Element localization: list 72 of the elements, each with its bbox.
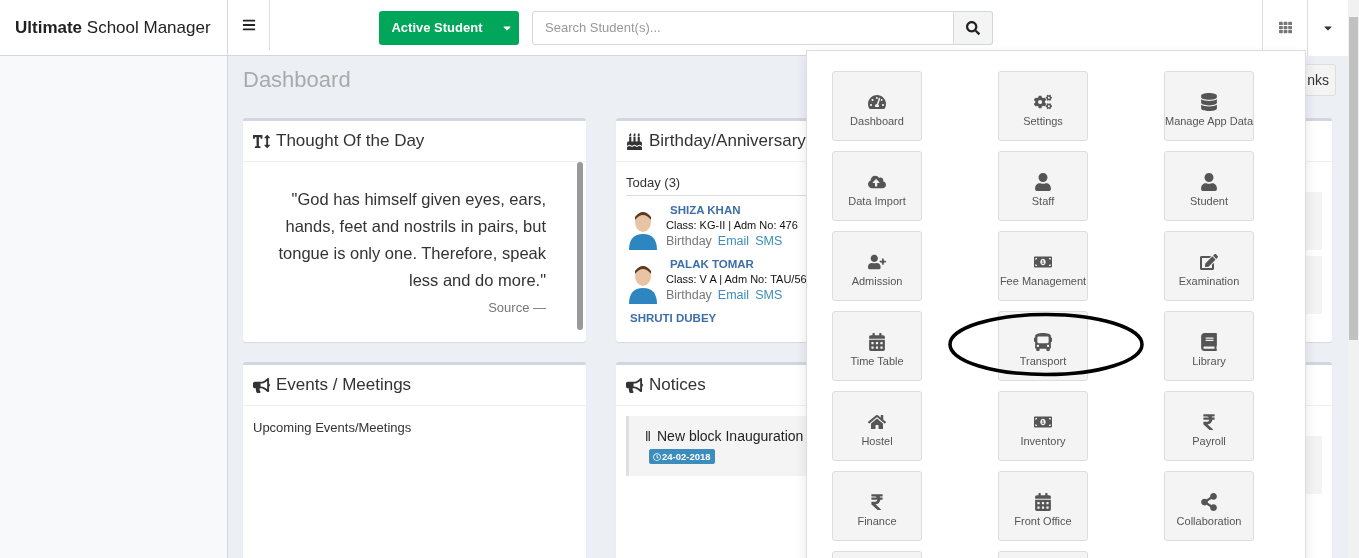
- user-icon: [1034, 173, 1052, 191]
- quote-text: "God has himself given eyes, ears, hands, feet and nostrils in pairs, but tongue is only one. Therefore, speak less and do more.": [277, 189, 546, 291]
- app-tile[interactable]: Manage App Data: [1164, 71, 1254, 141]
- search-field[interactable]: Search Student(s)...: [532, 10, 954, 45]
- gears-icon: [1034, 93, 1052, 111]
- app-tile[interactable]: Settings: [998, 71, 1088, 141]
- student-details: Class: V A | Adm No: TAU/56: [666, 273, 807, 285]
- rupee-icon: [1200, 413, 1218, 431]
- calendar-icon: [1034, 493, 1052, 511]
- app-tile[interactable]: Front Office: [998, 471, 1088, 541]
- app-tile[interactable]: Inventory: [998, 391, 1088, 461]
- app-tile[interactable]: Fee Management: [998, 231, 1088, 301]
- contact-link[interactable]: Email: [717, 234, 750, 248]
- card-title: Notices: [649, 375, 706, 395]
- search-button[interactable]: [954, 10, 993, 45]
- occasion-label: Birthday: [666, 288, 712, 302]
- app-tile[interactable]: Hostel: [832, 391, 922, 461]
- gauge-icon: [868, 93, 886, 111]
- student-name[interactable]: SHIZA KHAN: [670, 204, 798, 216]
- text-height-icon: [253, 132, 270, 150]
- cloud-upload-icon: [868, 173, 886, 191]
- calendar-icon: [868, 333, 886, 351]
- app-tile[interactable]: Collaboration: [1164, 471, 1254, 541]
- occasion-label: Birthday: [666, 234, 712, 248]
- avatar-icon: [626, 264, 660, 304]
- card-title: Birthday/Anniversary: [649, 131, 806, 151]
- student-details: Class: KG-II | Adm No: 476: [666, 219, 798, 231]
- app-tile[interactable]: Admission: [832, 231, 922, 301]
- app-tile[interactable]: Examination: [1164, 231, 1254, 301]
- book-icon: [1200, 333, 1218, 351]
- events-subtitle: Upcoming Events/Meetings: [253, 419, 413, 435]
- student-name[interactable]: PALAK TOMAR: [670, 258, 807, 270]
- page-title: Dashboard: [243, 67, 351, 93]
- app-tile[interactable]: Library: [1164, 311, 1254, 381]
- app-tile[interactable]: Staff: [998, 151, 1088, 221]
- filter-label: Active Student: [390, 19, 484, 37]
- database-icon: [1200, 93, 1218, 111]
- app-tile[interactable]: Dashboard: [832, 71, 922, 141]
- student-name[interactable]: SHRUTI DUBEY: [630, 312, 717, 324]
- search-icon: [966, 20, 980, 35]
- clock-icon: [653, 452, 661, 461]
- page-scrollbar[interactable]: [1348, 0, 1359, 558]
- apps-grid-button[interactable]: [1262, 0, 1308, 56]
- date-text: 24-02-2018: [662, 451, 711, 462]
- drag-handle-icon: [643, 431, 653, 441]
- menu-icon: [241, 18, 256, 32]
- contact-link[interactable]: SMS: [755, 288, 783, 302]
- avatar-icon: [626, 210, 660, 250]
- app-tile[interactable]: Data Import: [832, 151, 922, 221]
- bullhorn-icon: [626, 376, 643, 394]
- app-tile[interactable]: Payroll: [1164, 391, 1254, 461]
- bullhorn-icon: [253, 376, 270, 394]
- app-tile[interactable]: Time Table: [832, 311, 922, 381]
- app-tile[interactable]: Transport: [998, 311, 1088, 381]
- house-icon: [868, 413, 886, 431]
- user-plus-icon: [868, 253, 886, 271]
- card-title: Events / Meetings: [276, 375, 412, 395]
- edit-icon: [1200, 253, 1218, 271]
- rupee-icon: [868, 493, 886, 511]
- bus-icon: [1034, 333, 1052, 351]
- user-icon: [1200, 173, 1218, 191]
- contact-link[interactable]: Email: [717, 288, 750, 302]
- grid-icon: [1278, 21, 1292, 34]
- card-title: Thought Of the Day: [276, 131, 425, 151]
- app-tile[interactable]: Student: [1164, 151, 1254, 221]
- notice-title: New block Inauguration: [657, 428, 804, 444]
- app-tile[interactable]: Finance: [832, 471, 922, 541]
- share-icon: [1200, 493, 1218, 511]
- cake-icon: [626, 132, 643, 150]
- scrollbar-thumb[interactable]: [577, 162, 583, 330]
- contact-link[interactable]: SMS: [755, 234, 783, 248]
- quote-source: Source —: [487, 300, 546, 315]
